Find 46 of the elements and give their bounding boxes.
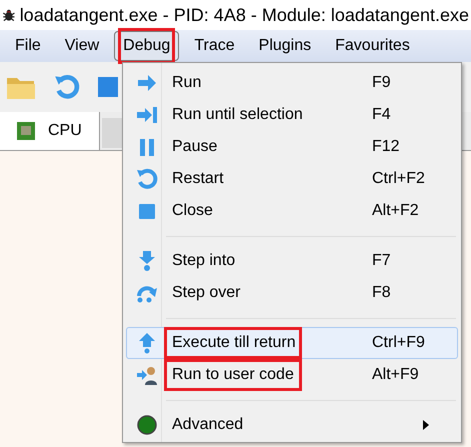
shortcut-label: F7	[372, 251, 391, 271]
menu-option[interactable]: Pause F12	[126, 131, 458, 163]
menu-item[interactable]: Favourites	[326, 31, 419, 61]
submenu-arrow-icon	[423, 420, 429, 430]
option-label: Run	[172, 73, 202, 93]
menu-option[interactable]: Restart Ctrl+F2	[126, 163, 458, 195]
stop-icon[interactable]	[98, 75, 118, 99]
menu-item[interactable]: Debug	[114, 31, 180, 61]
option-label: Step over	[172, 283, 242, 303]
window-title: loadatangent.exe - PID: 4A8 - Module: loadatangent.exe	[20, 4, 469, 27]
menu-option[interactable]: Run until selection F4	[126, 99, 458, 131]
option-label: Run until selection	[172, 105, 304, 125]
restart-icon[interactable]	[54, 74, 80, 100]
shortcut-label: F4	[372, 105, 391, 125]
menu-option[interactable]: Execute till return Ctrl+F9	[126, 327, 458, 359]
menu-item[interactable]: Trace	[185, 31, 244, 61]
option-label: Execute till return	[172, 331, 372, 355]
option-label: Step into	[172, 251, 236, 271]
chip-icon	[16, 121, 36, 141]
shortcut-label: F8	[372, 283, 391, 303]
option-label: Close	[172, 201, 214, 221]
menu-item[interactable]: Plugins	[250, 31, 320, 61]
option-label: Pause	[172, 137, 218, 157]
shortcut-label: F12	[372, 137, 400, 157]
shortcut-label: Alt+F2	[372, 201, 419, 221]
menu-option[interactable]: Close Alt+F2	[126, 195, 458, 227]
tab[interactable]: CPU	[0, 112, 100, 150]
arrow-right-icon	[136, 72, 158, 94]
menu-item[interactable]: File	[6, 31, 50, 61]
restart-icon	[136, 168, 158, 190]
menu-option[interactable]: Run F9	[126, 67, 458, 99]
menu-option[interactable]: Step into F7	[126, 245, 458, 277]
menu-item[interactable]: View	[56, 31, 108, 61]
menu-option[interactable]: Advanced	[126, 409, 458, 441]
shortcut-label: Ctrl+F2	[372, 169, 425, 189]
arrow-to-bar-icon	[136, 104, 158, 126]
menu-option[interactable]: Run to user code Alt+F9	[126, 359, 458, 391]
shortcut-label: Alt+F9	[372, 365, 419, 385]
user-arrow-icon	[136, 364, 158, 386]
option-label: Advanced	[172, 415, 244, 435]
menu-option[interactable]: Step over F8	[126, 277, 458, 309]
option-label: Run to user code	[172, 363, 372, 387]
shortcut-label: Ctrl+F9	[372, 333, 425, 353]
shortcut-label: F9	[372, 73, 391, 93]
ball-icon	[136, 414, 158, 436]
option-label: Restart	[172, 169, 225, 189]
